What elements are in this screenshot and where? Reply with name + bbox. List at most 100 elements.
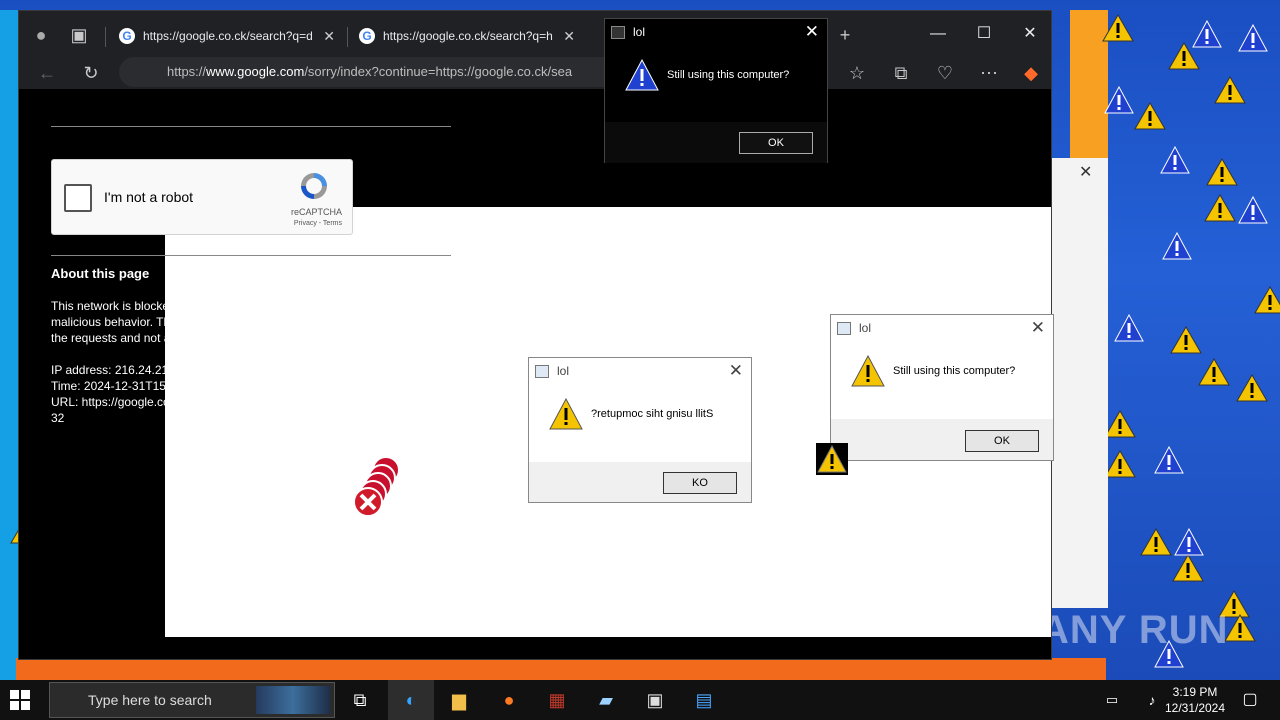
close-icon[interactable]: ✕ [729,361,743,381]
dialog-message: Still using this computer? [893,365,1016,377]
app-window-icon[interactable]: ▤ [690,686,718,714]
warning-icon [1104,450,1136,478]
recaptcha-checkbox[interactable] [64,184,92,212]
search-highlight-image [256,686,330,714]
task-view-icon[interactable]: ⧉ [346,686,374,714]
message-dialog: lol ✕ Still using this computer? OK [830,314,1054,461]
about-paragraph: This network is blocked due to unaddress… [51,299,440,345]
warning-icon [1236,374,1268,402]
google-icon: G [119,28,135,44]
message-dialog: lol ✕ ?retupmoc siht gnisu llitS KO [528,357,752,503]
close-icon[interactable]: ✕ [1079,162,1092,182]
file-explorer-icon[interactable]: ▆ [445,686,473,714]
notepad-icon[interactable]: ▰ [592,686,620,714]
recaptcha-label: I'm not a robot [104,189,194,205]
divider [51,126,451,127]
ok-button[interactable]: KO [663,472,737,494]
about-text: This network is blocked due to unaddress… [51,298,451,426]
warning-icon [1206,158,1238,186]
ip-address: IP address: 216.24.216.49 [51,363,192,377]
tab-actions-icon[interactable]: ▣ [67,23,91,47]
notifications-icon[interactable]: ▢ [1236,686,1264,714]
google-icon: G [359,28,375,44]
warning-icon [851,354,885,387]
warning-icon [1104,410,1136,438]
date: 12/31/2024 [1164,701,1226,715]
info-icon [1162,232,1192,260]
tab-label: https://google.co.ck/search?q=h [383,29,553,43]
warning-icon [1254,286,1280,314]
message-dialog: lol ✕ Still using this computer? OK [604,18,828,163]
taskbar-search[interactable]: Type here to search [49,682,335,718]
warning-icon [1198,358,1230,386]
app-icon [837,322,851,335]
back-icon[interactable]: ← [35,61,59,85]
dialog-title: lol [633,25,646,39]
close-tab-icon[interactable]: ✕ [563,28,575,45]
close-tab-icon[interactable]: ✕ [323,28,335,45]
collections-icon[interactable]: ⧉ [889,61,913,85]
warning-icon [1204,194,1236,222]
app-icon [611,26,625,39]
blocked-url: URL: https://google.co.ck/search?q=what+… [51,395,448,425]
warning-icon [1170,326,1202,354]
favorites-icon[interactable]: ☆ [845,61,869,85]
title-bar: ● ▣ G https://google.co.ck/search?q=d ✕ … [19,11,1051,57]
winrar-icon[interactable]: ▦ [543,686,571,714]
recaptcha-terms-link[interactable]: Privacy - Terms [294,220,342,227]
info-icon [625,58,659,91]
watermark: ANY RUN [1040,608,1229,652]
dialog-title: lol [859,321,872,335]
timestamp: Time: 2024-12-31T15:19:22Z [51,379,207,393]
info-icon [1104,86,1134,114]
info-icon [1114,314,1144,342]
warning-icon [1134,102,1166,130]
app-icon [535,365,549,378]
dialog-message: ?retupmoc siht gnisu llitS [591,408,714,420]
minimize-button[interactable]: — [915,19,961,49]
recaptcha-widget: I'm not a robot reCAPTCHA Privacy - Term… [51,159,353,235]
ok-button[interactable]: OK [739,132,813,154]
tab-search-1[interactable]: G https://google.co.ck/search?q=d ✕ [109,19,345,53]
warning-icon [816,443,848,475]
tab-search-2[interactable]: G https://google.co.ck/search?q=h ✕ [349,19,585,53]
desktop-strip [0,10,20,680]
recaptcha-brand: reCAPTCHA [290,207,342,217]
profile-icon[interactable]: ● [29,23,53,47]
warning-icon [1224,614,1256,642]
divider [51,255,451,256]
recaptcha-icon [298,170,330,202]
ok-button[interactable]: OK [965,430,1039,452]
more-icon[interactable]: ⋯ [977,61,1001,85]
edge-icon[interactable]: ◐ [397,686,425,714]
info-icon [1238,196,1268,224]
app-window-icon[interactable]: ▣ [641,686,669,714]
browser-essentials-icon[interactable]: ♡ [933,61,957,85]
windows-start-icon[interactable] [10,690,30,710]
dialog-title: lol [557,364,570,378]
network-icon[interactable]: ▭ [1098,686,1126,714]
orange-band-bottom [16,658,1106,680]
warning-icon [1140,528,1172,556]
time: 3:19 PM [1172,685,1218,699]
taskbar: Type here to search ⧉ ◐ ▆ ● ▦ ▰ ▣ ▤ ▭ ♪ … [0,680,1280,720]
tab-label: https://google.co.ck/search?q=d [143,29,313,43]
warning-icon [1214,76,1246,104]
info-icon [1154,446,1184,474]
copilot-icon[interactable]: ◆ [1019,61,1043,85]
close-button[interactable]: ✕ [1007,19,1053,49]
new-tab-icon[interactable]: + [833,23,857,47]
refresh-icon[interactable]: ↻ [79,61,103,85]
clock[interactable]: 3:19 PM 12/31/2024 [1162,684,1228,716]
about-heading: About this page [51,266,150,281]
info-icon [1192,20,1222,48]
close-icon[interactable]: ✕ [805,22,819,42]
warning-icon [1102,14,1134,42]
nav-bar: ← ↻ https://www.google.com/sorry/index?c… [19,55,1051,89]
maximize-button[interactable]: ☐ [961,19,1007,49]
close-icon[interactable]: ✕ [1031,318,1045,338]
firefox-icon[interactable]: ● [495,686,523,714]
warning-icon [1172,554,1204,582]
dialog-message: Still using this computer? [667,69,790,81]
warning-icon [549,397,583,430]
